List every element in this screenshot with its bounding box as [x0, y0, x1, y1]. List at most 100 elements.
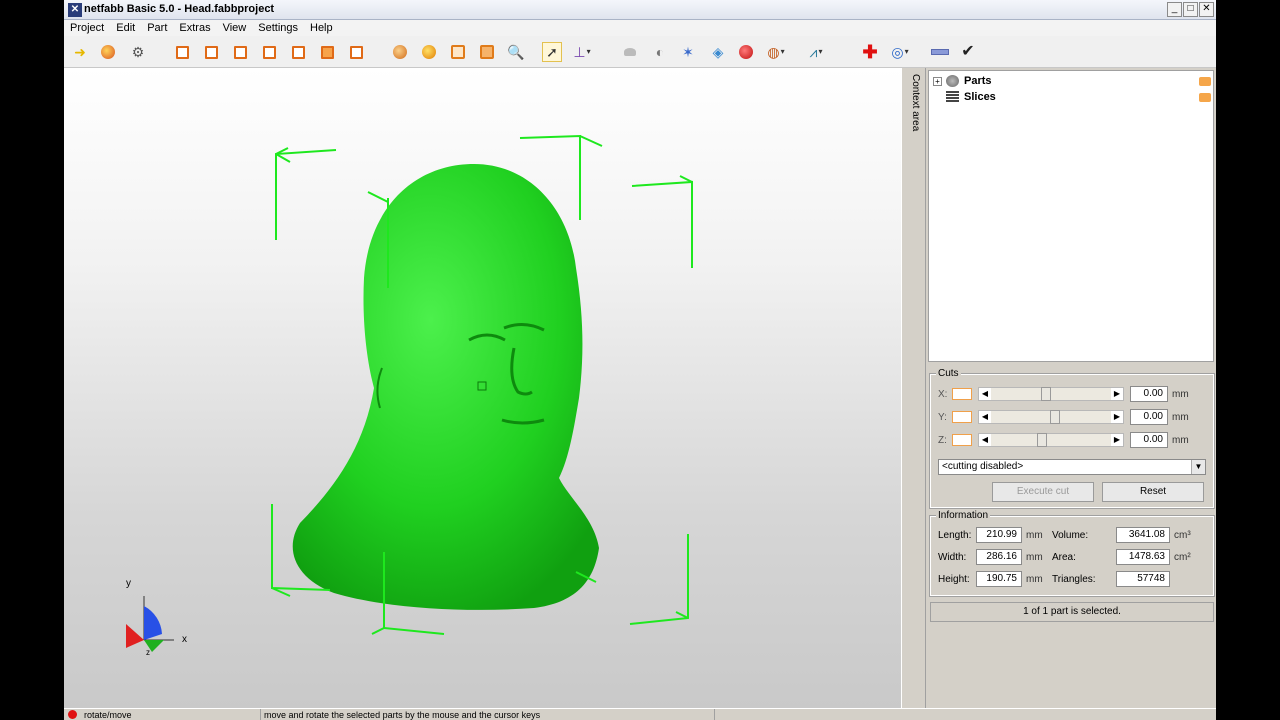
zoom-all-icon[interactable] [448, 42, 468, 62]
cut-axis-label: Z: [938, 434, 947, 446]
width-label: Width: [938, 551, 967, 563]
cut-x-unit: mm [1172, 388, 1189, 400]
add-part-icon[interactable] [98, 42, 118, 62]
execute-cut-button[interactable]: Execute cut [992, 482, 1094, 502]
select-pointer-icon[interactable]: ➚ [542, 42, 562, 62]
head-model[interactable] [292, 164, 599, 610]
slices-icon [946, 91, 959, 103]
slider-right-arrow-icon[interactable]: ▶ [1111, 388, 1123, 400]
expand-icon[interactable]: + [933, 76, 942, 86]
close-icon[interactable]: ✕ [1199, 2, 1214, 17]
chevron-down-icon[interactable]: ▼ [1191, 460, 1205, 474]
settings-icon[interactable]: ⚙ [128, 42, 148, 62]
measure-icon[interactable]: ✶ [678, 42, 698, 62]
cut-y-value[interactable]: 0.00 [1130, 409, 1168, 425]
scene-svg [126, 134, 693, 652]
axis-gizmo [126, 596, 174, 652]
ruler-icon[interactable] [930, 42, 950, 62]
cut-x-checkbox[interactable] [952, 388, 972, 400]
app-window: ✕ netfabb Basic 5.0 - Head.fabbproject _… [64, 0, 1216, 720]
slider-thumb[interactable] [1036, 433, 1047, 447]
support-icon[interactable]: ⩘ ▾ [806, 42, 826, 62]
title-bar: ✕ netfabb Basic 5.0 - Head.fabbproject _… [64, 0, 1216, 20]
cut-mode-select[interactable]: <cutting disabled> ▼ [938, 459, 1206, 475]
magnifier-icon[interactable]: 🔍 [506, 42, 526, 62]
slider-right-arrow-icon[interactable]: ▶ [1111, 434, 1123, 446]
repair-plus-icon[interactable]: ✚ [860, 42, 880, 62]
color-icon[interactable] [736, 42, 756, 62]
window-title: netfabb Basic 5.0 - Head.fabbproject [84, 3, 275, 15]
cut-z-slider[interactable]: ◀ ▶ [978, 433, 1124, 447]
menu-part[interactable]: Part [141, 20, 173, 36]
slider-left-arrow-icon[interactable]: ◀ [979, 388, 991, 400]
toolbar: ➜ ⚙ 🔍 ➚ ⊥ ▾ ◐ ✶ ◈ ◍ ▾ ⩘ ▾ ✚ ◎ ▾ ✔ [64, 36, 1216, 68]
view-top-icon[interactable] [288, 42, 308, 62]
selection-status: 1 of 1 part is selected. [930, 602, 1214, 622]
slider-thumb[interactable] [1050, 410, 1061, 424]
zoom-window-icon[interactable] [477, 42, 497, 62]
view-left-icon[interactable] [230, 42, 250, 62]
slider-thumb[interactable] [1041, 387, 1052, 401]
length-label: Length: [938, 529, 972, 541]
area-label: Area: [1052, 551, 1076, 563]
open-icon[interactable]: ➜ [70, 42, 90, 62]
menu-edit[interactable]: Edit [110, 20, 141, 36]
menu-settings[interactable]: Settings [252, 20, 304, 36]
view-iso-icon[interactable] [346, 42, 366, 62]
slice-icon[interactable]: ◍ ▾ [766, 42, 786, 62]
checkmark-icon[interactable]: ✔ [958, 42, 978, 62]
cut-mode-value: <cutting disabled> [942, 461, 1024, 472]
analysis-icon[interactable]: ◎ ▾ [890, 42, 910, 62]
tree-item-slices[interactable]: Slices [946, 89, 996, 105]
status-mode: rotate/move [84, 710, 132, 720]
length-value: 210.99 [976, 527, 1022, 543]
cut-axis-label: Y: [938, 411, 947, 423]
cut-row-z: Z: ◀ ▶ 0.00 mm [938, 431, 1208, 449]
menu-view[interactable]: View [217, 20, 253, 36]
zoom-to-part-icon[interactable] [390, 42, 410, 62]
parts-icon [946, 75, 959, 87]
context-area-tab[interactable]: Context area [901, 68, 926, 708]
cut-x-value[interactable]: 0.00 [1130, 386, 1168, 402]
cut-y-checkbox[interactable] [952, 411, 972, 423]
menu-extras[interactable]: Extras [173, 20, 216, 36]
status-bar: rotate/move move and rotate the selected… [64, 708, 1216, 720]
height-value: 190.75 [976, 571, 1022, 587]
view-front-icon[interactable] [172, 42, 192, 62]
cut-z-unit: mm [1172, 434, 1189, 446]
menu-help[interactable]: Help [304, 20, 339, 36]
view-right-icon[interactable] [259, 42, 279, 62]
cut-z-value[interactable]: 0.00 [1130, 432, 1168, 448]
maximize-icon[interactable]: □ [1183, 2, 1198, 17]
view-back-icon[interactable] [201, 42, 221, 62]
tree-item-slices-label: Slices [964, 91, 996, 103]
triangles-value: 57748 [1116, 571, 1170, 587]
menu-bar: Project Edit Part Extras View Settings H… [64, 20, 1216, 36]
cut-x-slider[interactable]: ◀ ▶ [978, 387, 1124, 401]
minimize-icon[interactable]: _ [1167, 2, 1182, 17]
tree-item-parts-label: Parts [964, 75, 992, 87]
menu-project[interactable]: Project [64, 20, 110, 36]
area-value: 1478.63 [1116, 549, 1170, 565]
flag-icon [1199, 93, 1211, 102]
cut-y-slider[interactable]: ◀ ▶ [978, 410, 1124, 424]
flag-icon [1199, 77, 1211, 86]
move-axes-icon[interactable]: ⊥ ▾ [572, 42, 592, 62]
reset-button[interactable]: Reset [1102, 482, 1204, 502]
light-icon[interactable]: ◐ [650, 42, 670, 62]
cut-z-checkbox[interactable] [952, 434, 972, 446]
zoom-selection-icon[interactable] [419, 42, 439, 62]
shading-icon[interactable] [620, 42, 640, 62]
slider-right-arrow-icon[interactable]: ▶ [1111, 411, 1123, 423]
triangles-label: Triangles: [1052, 573, 1096, 585]
cut-row-x: X: ◀ ▶ 0.00 mm [938, 385, 1208, 403]
tree-item-parts[interactable]: + Parts [933, 73, 992, 89]
triangles-icon[interactable]: ◈ [708, 42, 728, 62]
width-unit: mm [1026, 551, 1043, 563]
cuts-panel: Cuts X: ◀ ▶ 0.00 mm Y: ◀ ▶ 0.00 mm Z: ◀ … [929, 368, 1215, 509]
slider-left-arrow-icon[interactable]: ◀ [979, 411, 991, 423]
view-bottom-icon[interactable] [317, 42, 337, 62]
width-value: 286.16 [976, 549, 1022, 565]
slider-left-arrow-icon[interactable]: ◀ [979, 434, 991, 446]
3d-viewport[interactable]: y x z [64, 68, 901, 708]
